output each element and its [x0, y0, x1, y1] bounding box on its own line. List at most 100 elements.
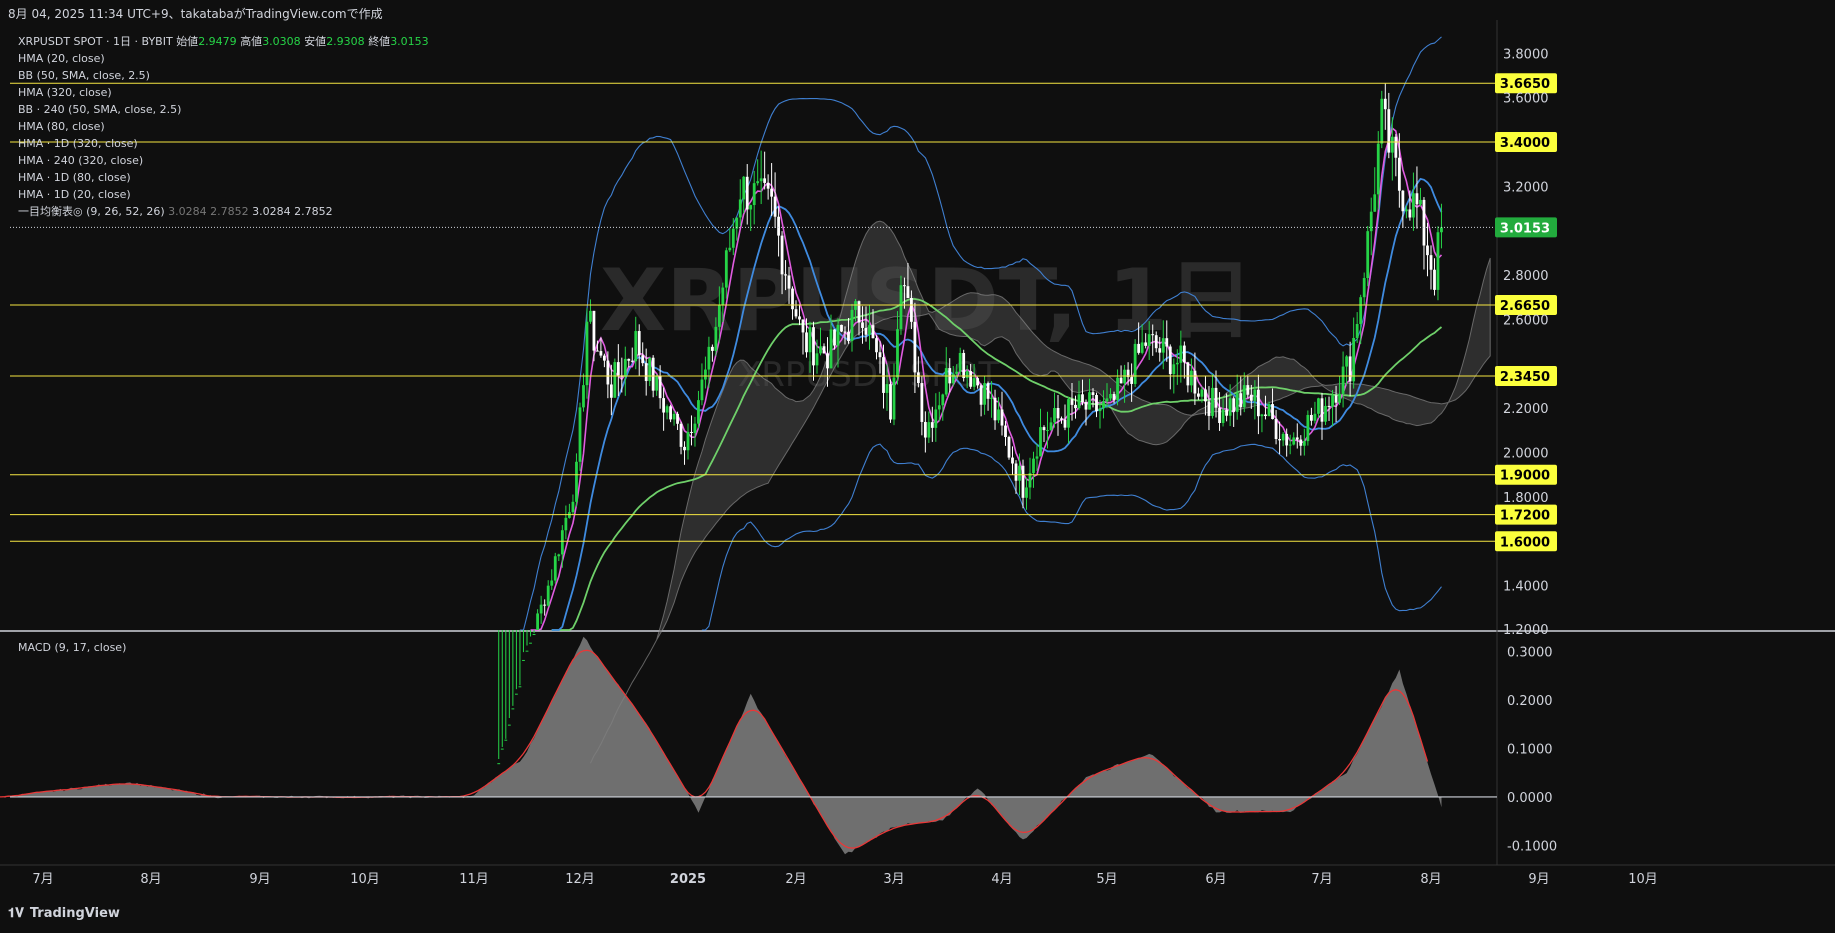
candle-body [944, 368, 948, 395]
time-tick-label: 2025 [670, 872, 706, 887]
candle-body [658, 375, 662, 399]
ichimoku-row[interactable]: 一目均衡表◎ (9, 26, 52, 26) 3.0284 2.7852 3.0… [18, 203, 429, 220]
indicator-row[interactable]: BB (50, SMA, close, 2.5) [18, 67, 429, 84]
candle-body [710, 346, 714, 351]
candle-body [525, 650, 529, 652]
indicator-row[interactable]: HMA · 1D (20, close) [18, 186, 429, 203]
candle-body [1095, 394, 1098, 412]
candle-body [1278, 438, 1281, 441]
candle-body [1299, 439, 1303, 446]
macd-label[interactable]: MACD (9, 17, close) [18, 641, 126, 654]
time-tick-label: 7月 [32, 872, 53, 887]
candle-body [1264, 414, 1267, 417]
candle-body [637, 331, 641, 356]
candle-body [1310, 414, 1313, 421]
candle-body [1249, 394, 1253, 401]
candle-body [997, 409, 1000, 421]
symbol-row[interactable]: XRPUSDT SPOT · 1日 · BYBIT 始値2.9479 高値3.0… [18, 33, 429, 50]
candle-body [815, 353, 819, 366]
candle-body [641, 355, 645, 364]
candle-body [875, 338, 878, 353]
indicator-row[interactable]: HMA · 240 (320, close) [18, 152, 429, 169]
candle-body [906, 286, 910, 298]
candle-body [1214, 387, 1218, 408]
time-tick-label: 4月 [991, 872, 1012, 887]
candle-body [1242, 385, 1246, 408]
indicator-row[interactable]: HMA · 1D (320, close) [18, 135, 429, 152]
candle-body [539, 604, 543, 614]
candle-body [1320, 398, 1324, 422]
level-label-text: 2.6650 [1500, 299, 1550, 314]
candle-body [965, 371, 969, 379]
time-tick-label: 2月 [785, 872, 806, 887]
candle-body [1246, 385, 1250, 395]
level-label-text: 2.3450 [1500, 370, 1550, 385]
time-tick-label: 6月 [1205, 872, 1226, 887]
indicator-row[interactable]: HMA (80, close) [18, 118, 429, 135]
candle-body [1077, 394, 1081, 409]
candle-body [724, 250, 728, 288]
candle-body [1130, 377, 1134, 384]
candle-body [916, 372, 920, 384]
candle-body [1345, 356, 1349, 367]
time-tick-label: 10月 [350, 872, 380, 887]
candle-body [1232, 398, 1236, 412]
candle-body [1193, 370, 1197, 394]
indicator-row[interactable]: HMA (20, close) [18, 50, 429, 67]
candle-body [1000, 409, 1004, 426]
candle-body [686, 431, 690, 451]
candle-body [602, 355, 606, 361]
price-tick-label: 2.0000 [1503, 447, 1549, 462]
candle-body [1285, 433, 1289, 446]
candle-body [871, 325, 875, 339]
level-label-text: 3.6650 [1500, 77, 1550, 92]
candle-body [606, 360, 610, 385]
candle-body [728, 247, 732, 251]
low-value: 2.9308 [326, 35, 365, 48]
candle-body [616, 362, 620, 376]
candle-body [826, 353, 829, 369]
level-label-text: 1.7200 [1500, 509, 1550, 524]
candle-body [1397, 157, 1401, 191]
candle-body [1401, 190, 1405, 212]
candle-body [714, 326, 718, 351]
level-label-text: 1.9000 [1500, 469, 1550, 484]
candle-body [700, 379, 704, 401]
candle-body [1204, 389, 1207, 402]
price-tick-label: 2.8000 [1503, 269, 1549, 284]
candle-body [507, 724, 511, 726]
candle-body [1440, 227, 1443, 233]
candle-body [1074, 404, 1077, 409]
candle-body [564, 517, 568, 531]
ichimoku-label: 一目均衡表◎ (9, 26, 52, 26) [18, 205, 165, 218]
indicator-row[interactable]: HMA (320, close) [18, 84, 429, 101]
candle-body [1060, 418, 1063, 420]
candle-body [1429, 255, 1433, 270]
candle-body [833, 329, 836, 346]
time-tick-label: 10月 [1628, 872, 1658, 887]
candle-body [798, 316, 801, 320]
candle-body [1211, 387, 1214, 416]
candle-body [1274, 419, 1278, 439]
candle-body [850, 309, 854, 342]
candle-body [1189, 370, 1193, 386]
indicator-row[interactable]: HMA · 1D (80, close) [18, 169, 429, 186]
candle-body [500, 748, 504, 750]
candle-body [969, 371, 973, 387]
candle-body [662, 398, 666, 413]
candle-body [1292, 437, 1296, 445]
candle-body [812, 327, 815, 366]
candle-body [787, 275, 791, 289]
candle-body [1317, 398, 1320, 414]
candle-body [679, 423, 683, 447]
indicator-row[interactable]: BB · 240 (50, SMA, close, 2.5) [18, 101, 429, 118]
time-tick-label: 9月 [1528, 872, 1549, 887]
candle-body [843, 331, 847, 333]
candle-body [1355, 324, 1359, 338]
candle-body [819, 346, 822, 354]
candle-body [1042, 427, 1046, 431]
tradingview-footer[interactable]: 𝟏𝐕 TradingView [8, 906, 120, 921]
candle-body [986, 383, 990, 399]
candle-body [1014, 463, 1018, 481]
level-label-text: 3.4000 [1500, 136, 1550, 151]
